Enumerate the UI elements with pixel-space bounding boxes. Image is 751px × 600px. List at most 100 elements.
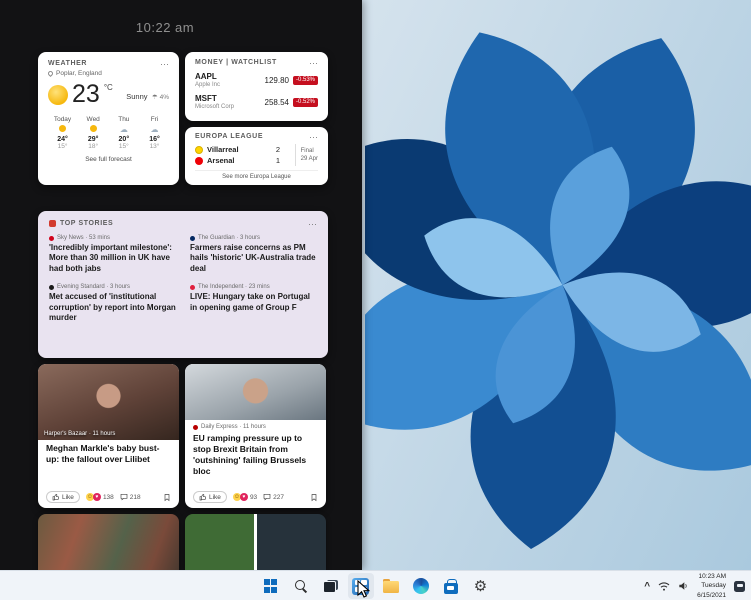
more-options-icon[interactable]: ··· xyxy=(309,134,318,140)
thumbs-up-icon xyxy=(199,493,207,501)
store-bag-icon xyxy=(444,583,458,594)
heart-emoji-icon: ♥ xyxy=(93,493,101,501)
team-row: Arsenal 1 xyxy=(195,155,280,166)
weather-forecast: Today 24° 15° Wed 29° 18° Thu ☁ 20° 15° xyxy=(48,116,169,150)
sun-icon xyxy=(48,85,68,105)
system-tray: ^ 10:23 AM Tuesday 6/15/2021 xyxy=(644,571,745,600)
money-widget[interactable]: MONEY | WATCHLIST ··· AAPL Apple Inc 129… xyxy=(185,52,328,121)
article-headline[interactable]: Meghan Markle's baby bust-up: the fallou… xyxy=(38,440,179,465)
source-logo-icon xyxy=(193,425,198,430)
cloud-icon: ☁ xyxy=(140,125,169,134)
start-button[interactable] xyxy=(258,573,284,599)
article-headline[interactable]: EU ramping pressure up to stop Brexit Br… xyxy=(185,430,326,477)
task-view-button[interactable] xyxy=(318,573,344,599)
edge-button[interactable] xyxy=(408,573,434,599)
forecast-day[interactable]: Wed 29° 18° xyxy=(79,116,108,150)
source-logo-icon xyxy=(190,285,195,290)
change-badge: -0.53% xyxy=(293,76,318,85)
widgets-panel: 10:22 am WEATHER ··· Poplar, England 23 … xyxy=(0,0,362,570)
top-stories-widget[interactable]: TOP STORIES ··· Sky News · 53 mins 'Incr… xyxy=(38,211,328,358)
engagement-bar: Like ☺♥ 93 227 xyxy=(193,491,318,503)
comments-count[interactable]: 227 xyxy=(263,493,284,501)
taskbar: ⚙ ^ 10:23 AM Tuesday 6/15/2021 xyxy=(0,570,751,600)
see-more-europa-league-link[interactable]: See more Europa League xyxy=(195,170,318,180)
heart-emoji-icon: ♥ xyxy=(240,493,248,501)
source-logo-icon xyxy=(49,285,54,290)
sports-widget[interactable]: EUROPA LEAGUE ··· Villarreal 2 Arsenal 1 xyxy=(185,127,328,185)
article-photo xyxy=(185,364,326,420)
like-button[interactable]: Like xyxy=(46,491,80,503)
story-item[interactable]: Evening Standard · 3 hours Met accused o… xyxy=(49,284,176,323)
weather-widget-title: WEATHER xyxy=(48,60,87,67)
cloud-icon: ☁ xyxy=(109,125,138,134)
comment-icon xyxy=(120,493,128,501)
more-options-icon[interactable]: ··· xyxy=(309,60,318,66)
windows-bloom-artwork xyxy=(365,0,751,570)
arsenal-crest-icon xyxy=(195,157,203,165)
microsoft-store-button[interactable] xyxy=(438,573,464,599)
bookmark-icon[interactable] xyxy=(163,493,171,502)
desktop: 10:22 am WEATHER ··· Poplar, England 23 … xyxy=(0,0,751,600)
sports-widget-title: EUROPA LEAGUE xyxy=(195,133,263,140)
stock-row[interactable]: AAPL Apple Inc 129.80 -0.53% xyxy=(195,72,318,88)
comments-count[interactable]: 218 xyxy=(120,493,141,501)
notification-center-icon[interactable] xyxy=(734,581,745,592)
hidden-icons-chevron[interactable]: ^ xyxy=(644,581,650,592)
edge-browser-icon xyxy=(413,578,429,594)
forecast-day[interactable]: Today 24° 15° xyxy=(48,116,77,150)
volume-icon[interactable] xyxy=(678,581,689,591)
search-button[interactable] xyxy=(288,573,314,599)
network-icon[interactable] xyxy=(658,581,670,591)
more-options-icon[interactable]: ··· xyxy=(308,221,317,227)
current-temperature: 23 xyxy=(72,80,100,109)
task-view-icon xyxy=(323,580,338,593)
news-card-partial[interactable] xyxy=(38,514,179,570)
reactions-count[interactable]: ☺♥ 93 xyxy=(233,493,257,501)
see-full-forecast-link[interactable]: See full forecast xyxy=(48,156,169,163)
location-pin-icon xyxy=(47,70,54,77)
villarreal-crest-icon xyxy=(195,146,203,154)
source-logo-icon xyxy=(49,236,54,241)
umbrella-icon: ☂ xyxy=(152,94,158,101)
sun-icon xyxy=(48,125,77,134)
bookmark-icon[interactable] xyxy=(310,493,318,502)
settings-button[interactable]: ⚙ xyxy=(468,573,494,599)
story-item[interactable]: The Guardian · 3 hours Farmers raise con… xyxy=(190,235,317,274)
stock-row[interactable]: MSFT Microsoft Corp 258.54 -0.52% xyxy=(195,94,318,110)
temperature-unit[interactable]: °C xyxy=(104,83,113,92)
article-photo: Harper's Bazaar · 11 hours xyxy=(38,364,179,440)
weather-location: Poplar, England xyxy=(48,70,169,77)
top-stories-icon xyxy=(49,220,56,227)
forecast-day[interactable]: Thu ☁ 20° 15° xyxy=(109,116,138,150)
precipitation: ☂ 4% xyxy=(152,94,169,101)
news-card[interactable]: Harper's Bazaar · 11 hours Meghan Markle… xyxy=(38,364,179,508)
article-source: Daily Express · 11 hours xyxy=(185,420,326,430)
comment-icon xyxy=(263,493,271,501)
file-explorer-button[interactable] xyxy=(378,573,404,599)
change-badge: -0.52% xyxy=(293,98,318,107)
weather-condition: Sunny xyxy=(126,92,147,101)
more-options-icon[interactable]: ··· xyxy=(160,61,169,67)
weather-widget[interactable]: WEATHER ··· Poplar, England 23 °C Sunny … xyxy=(38,52,179,185)
story-item[interactable]: The Independent · 23 mins LIVE: Hungary … xyxy=(190,284,317,323)
news-card-partial[interactable] xyxy=(185,514,326,570)
story-item[interactable]: Sky News · 53 mins 'Incredibly important… xyxy=(49,235,176,274)
source-logo-icon xyxy=(190,236,195,241)
folder-icon xyxy=(383,581,399,593)
reactions-count[interactable]: ☺♥ 138 xyxy=(86,493,114,501)
top-stories-title: TOP STORIES xyxy=(60,220,113,227)
like-button[interactable]: Like xyxy=(193,491,227,503)
news-card[interactable]: Daily Express · 11 hours EU ramping pres… xyxy=(185,364,326,508)
article-source: Harper's Bazaar · 11 hours xyxy=(44,431,115,437)
sun-icon xyxy=(79,125,108,134)
taskbar-center-icons: ⚙ xyxy=(258,571,494,600)
mouse-cursor xyxy=(357,580,371,600)
panel-clock: 10:22 am xyxy=(0,20,330,35)
match-status: Final 29 Apr xyxy=(295,144,318,166)
money-widget-title: MONEY | WATCHLIST xyxy=(195,59,277,66)
forecast-day[interactable]: Fri ☁ 16° 13° xyxy=(140,116,169,150)
taskbar-clock[interactable]: 10:23 AM Tuesday 6/15/2021 xyxy=(697,572,726,599)
team-row: Villarreal 2 xyxy=(195,144,280,155)
engagement-bar: Like ☺♥ 138 218 xyxy=(46,491,171,503)
gear-icon: ⚙ xyxy=(474,579,487,594)
